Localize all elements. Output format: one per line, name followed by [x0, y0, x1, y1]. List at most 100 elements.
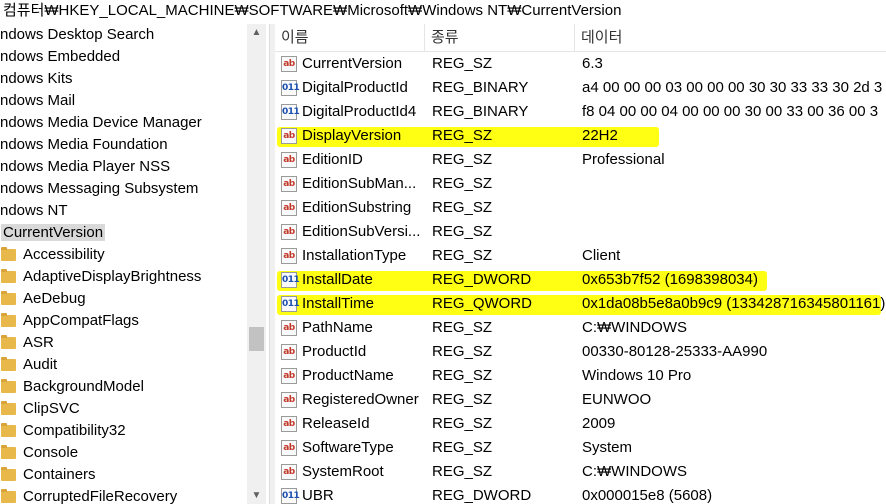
- tree-item-selected[interactable]: CurrentVersion: [0, 222, 269, 244]
- value-data: 0x653b7f52 (1698398034): [582, 271, 758, 288]
- value-row[interactable]: ab PathName REG_SZ C:₩WINDOWS: [275, 316, 886, 340]
- tree-item[interactable]: ndows Mail: [0, 90, 269, 112]
- folder-icon: [1, 335, 16, 349]
- tree-item[interactable]: ndows Media Player NSS: [0, 156, 269, 178]
- value-row[interactable]: ab CurrentVersion REG_SZ 6.3: [275, 52, 886, 76]
- value-data: 22H2: [582, 127, 618, 144]
- value-row[interactable]: ab EditionSubVersi... REG_SZ: [275, 220, 886, 244]
- value-type: REG_SZ: [432, 319, 493, 336]
- value-data: 2009: [582, 415, 616, 432]
- value-type: REG_SZ: [432, 415, 493, 432]
- value-row[interactable]: ab SystemRoot REG_SZ C:₩WINDOWS: [275, 460, 886, 484]
- tree-item[interactable]: ASR: [0, 332, 269, 354]
- column-header-name[interactable]: 이름: [275, 24, 425, 51]
- tree-item-label: BackgroundModel: [23, 378, 144, 395]
- folder-icon: [1, 401, 16, 415]
- tree-item[interactable]: Compatibility32: [0, 420, 269, 442]
- tree-item-label: Console: [23, 444, 79, 461]
- tree-item-label: ASR: [23, 334, 54, 351]
- tree-item-label: AeDebug: [23, 290, 86, 307]
- tree-item[interactable]: ndows Messaging Subsystem: [0, 178, 269, 200]
- string-value-icon: ab: [281, 248, 297, 264]
- tree-item[interactable]: AeDebug: [0, 288, 269, 310]
- value-list[interactable]: 이름 종류 데이터 ab CurrentVersion REG_SZ 6.3 011 Di…: [275, 24, 886, 504]
- tree-item[interactable]: ndows Media Device Manager: [0, 112, 269, 134]
- tree-item-label: ndows Mail: [0, 92, 76, 109]
- scroll-down-icon[interactable]: ▼: [247, 487, 266, 504]
- tree-item[interactable]: Audit: [0, 354, 269, 376]
- tree-item-label: ndows Embedded: [0, 48, 121, 65]
- tree-item[interactable]: ndows Desktop Search: [0, 24, 269, 46]
- value-row[interactable]: ab RegisteredOwner REG_SZ EUNWOO: [275, 388, 886, 412]
- value-row[interactable]: ab SoftwareType REG_SZ System: [275, 436, 886, 460]
- value-row[interactable]: ab ProductName REG_SZ Windows 10 Pro: [275, 364, 886, 388]
- value-type: REG_SZ: [432, 151, 493, 168]
- tree-item[interactable]: AppCompatFlags: [0, 310, 269, 332]
- value-row[interactable]: 011 UBR REG_DWORD 0x000015e8 (5608): [275, 484, 886, 504]
- folder-icon: [1, 269, 16, 283]
- value-row[interactable]: ab EditionSubstring REG_SZ: [275, 196, 886, 220]
- tree-item-label: CurrentVersion: [1, 224, 106, 241]
- value-row[interactable]: ab EditionSubMan... REG_SZ: [275, 172, 886, 196]
- value-type: REG_SZ: [432, 367, 493, 384]
- binary-value-icon: 011: [281, 104, 300, 120]
- value-type: REG_SZ: [432, 343, 493, 360]
- string-value-icon: ab: [281, 440, 297, 456]
- value-data: 0x000015e8 (5608): [582, 487, 713, 504]
- value-type: REG_SZ: [432, 199, 493, 216]
- binary-value-icon: 011: [281, 80, 300, 96]
- value-data: f8 04 00 00 04 00 00 00 30 00 33 00 36 0…: [582, 103, 879, 120]
- tree-item[interactable]: ndows Media Foundation: [0, 134, 269, 156]
- value-type: REG_SZ: [432, 127, 493, 144]
- scrollbar-thumb[interactable]: [249, 327, 264, 351]
- string-value-icon: ab: [281, 392, 297, 408]
- scroll-up-icon[interactable]: ▲: [247, 24, 266, 41]
- tree-item[interactable]: BackgroundModel: [0, 376, 269, 398]
- tree-item-label: ndows NT: [0, 202, 68, 219]
- value-data: System: [582, 439, 633, 456]
- address-bar[interactable]: 컴퓨터₩HKEY_LOCAL_MACHINE₩SOFTWARE₩Microsof…: [0, 0, 886, 22]
- value-row[interactable]: 011 DigitalProductId REG_BINARY a4 00 00 00…: [275, 76, 886, 100]
- string-value-icon: ab: [281, 128, 297, 144]
- tree-item-label: Containers: [23, 466, 96, 483]
- value-row[interactable]: ab EditionID REG_SZ Professional: [275, 148, 886, 172]
- value-row[interactable]: ab DisplayVersion REG_SZ 22H2: [275, 124, 886, 148]
- tree-item[interactable]: ndows Embedded: [0, 46, 269, 68]
- value-data: C:₩WINDOWS: [582, 463, 687, 480]
- column-header-data[interactable]: 데이터: [575, 24, 886, 51]
- tree-item[interactable]: AdaptiveDisplayBrightness: [0, 266, 269, 288]
- tree-item-label: CorruptedFileRecovery: [23, 488, 178, 504]
- tree-item[interactable]: Containers: [0, 464, 269, 486]
- list-body: ab CurrentVersion REG_SZ 6.3 011 DigitalProdu…: [275, 52, 886, 504]
- tree-item[interactable]: ndows NT: [0, 200, 269, 222]
- tree-item[interactable]: Accessibility: [0, 244, 269, 266]
- value-row[interactable]: 011 InstallDate REG_DWORD 0x653b7f52 (16983…: [275, 268, 886, 292]
- key-tree[interactable]: ndows Desktop Search ndows Embedded ndows …: [0, 24, 269, 504]
- string-value-icon: ab: [281, 464, 297, 480]
- value-row[interactable]: 011 DigitalProductId4 REG_BINARY f8 04 00 0…: [275, 100, 886, 124]
- value-data: EUNWOO: [582, 391, 652, 408]
- tree-item-label: ndows Media Foundation: [0, 136, 168, 153]
- column-header-type[interactable]: 종류: [425, 24, 575, 51]
- tree-item-label: AppCompatFlags: [23, 312, 139, 329]
- value-row[interactable]: ab InstallationType REG_SZ Client: [275, 244, 886, 268]
- value-name: SoftwareType: [302, 439, 394, 456]
- tree-scrollbar[interactable]: ▲ ▼: [247, 24, 266, 504]
- tree-item-label: ndows Kits: [0, 70, 73, 87]
- tree-item[interactable]: Console: [0, 442, 269, 464]
- value-name: PathName: [302, 319, 373, 336]
- string-value-icon: ab: [281, 224, 297, 240]
- list-header: 이름 종류 데이터: [275, 24, 886, 52]
- tree-item[interactable]: ClipSVC: [0, 398, 269, 420]
- value-name: ProductName: [302, 367, 394, 384]
- value-row[interactable]: ab ProductId REG_SZ 00330-80128-25333-AA990: [275, 340, 886, 364]
- folder-icon: [1, 489, 16, 503]
- value-row[interactable]: ab ReleaseId REG_SZ 2009: [275, 412, 886, 436]
- tree-item[interactable]: CorruptedFileRecovery: [0, 486, 269, 504]
- value-type: REG_SZ: [432, 463, 493, 480]
- value-row[interactable]: 011 InstallTime REG_QWORD 0x1da08b5e8a0b9c9…: [275, 292, 886, 316]
- folder-icon: [1, 467, 16, 481]
- value-name: SystemRoot: [302, 463, 384, 480]
- value-type: REG_DWORD: [432, 271, 532, 288]
- tree-item[interactable]: ndows Kits: [0, 68, 269, 90]
